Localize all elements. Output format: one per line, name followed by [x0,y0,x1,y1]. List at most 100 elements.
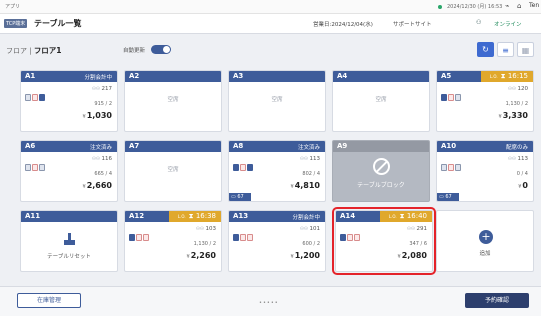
table-name: A5 [441,72,452,80]
table-status: 配席のみ [505,145,528,151]
table-card-a2[interactable]: A2 空席 [124,70,222,132]
order-icons [441,156,462,175]
table-reset-icon [64,233,75,245]
vacant-label: 空席 [271,97,283,103]
table-total: ¥2,660 [82,181,113,190]
footer-bar: 在庫管理 ••••• 予約確認 [0,286,541,316]
table-total: ¥1,200 [290,251,321,260]
yen-icon: ¥ [82,184,86,190]
guest-count: ⚇⚇ 291 [407,226,427,232]
table-name: A14 [340,212,356,220]
table-header: A12 L.O. ⧗ 16:38 [125,211,221,222]
table-card-a1[interactable]: A1 分割会計中 ⚇⚇ 217 915 / 2 ¥1,030 [20,70,118,132]
table-subtotal: 600 / 2 [302,241,320,247]
table-card-a5[interactable]: A5 L.O. ⧗ 16:15 ⚇⚇ 120 1,130 / 2 ¥3,330 [436,70,534,132]
hourglass-icon: ⧗ [188,212,196,220]
check-icon [39,94,45,101]
guest-count: ⚇⚇ 113 [300,156,320,162]
table-total: ¥1,030 [82,111,113,120]
system-datetime: 2024/12/30 (月) 16:53 [447,4,503,10]
bill-icon [347,234,353,241]
table-header: A2 [125,71,221,82]
guest-count: ⚇⚇ 116 [92,156,112,162]
check-icon [247,164,253,171]
table-card-a9[interactable]: A9 テーブルブロック [332,140,430,202]
last-order-timer: L.O. ⧗ 16:38 [169,211,221,222]
reservation-button[interactable]: 予約確認 [465,293,529,308]
vacant-label: 空席 [375,97,387,103]
guest-count: ⚇⚇ 120 [508,86,528,92]
plus-icon: + [479,230,493,244]
table-card-a11[interactable]: A11 テーブルリセット [20,210,118,272]
grid-view-button[interactable]: ▦ [517,42,534,57]
person-icon [233,234,239,241]
table-subtotal: 802 / 4 [302,171,320,177]
support-site-link[interactable]: サポートサイト [393,20,432,28]
table-card-a8[interactable]: A8 注文済み ⚇⚇ 113 802 / 4 ¥4,810 ▭ 67 [228,140,326,202]
table-name: A3 [233,72,244,80]
floor-bar: フロア | フロア1 自動更新 ↻ ≡ ▦ [0,34,541,62]
table-name: A10 [441,142,457,150]
block-icon [373,158,390,175]
table-header: A9 [333,141,429,152]
order-icons [441,86,462,105]
refresh-icon: ↻ [482,45,489,54]
yen-icon: ¥ [397,254,401,260]
user-icon[interactable]: ⚇ [476,19,481,26]
yen-icon: ¥ [498,114,502,120]
seat-tag: ▭ 67 [437,193,459,201]
table-card-a3[interactable]: A3 空席 [228,70,326,132]
add-table-card[interactable]: + 追加 [436,210,534,272]
table-header: A13 分割会計中 [229,211,325,222]
table-total: ¥0 [518,181,528,190]
terminal-badge: TCP端末 [4,19,28,28]
hourglass-icon: ⧗ [500,72,508,80]
page-indicator[interactable]: ••••• [259,300,279,306]
people-icon: ⚇⚇ [196,227,206,232]
floor-breadcrumb[interactable]: フロア | フロア1 [6,45,62,56]
table-subtotal: 1,130 / 2 [505,101,528,107]
list-icon: ≡ [502,46,509,55]
inventory-button[interactable]: 在庫管理 [17,293,81,308]
page-title: テーブル一覧 [34,19,82,28]
guest-count: ⚇⚇ 103 [196,226,216,232]
table-name: A1 [25,72,36,80]
table-subtotal: 0 / 4 [516,171,528,177]
table-card-a12[interactable]: A12 L.O. ⧗ 16:38 ⚇⚇ 103 1,130 / 2 ¥2,260 [124,210,222,272]
table-card-a13[interactable]: A13 分割会計中 ⚇⚇ 101 600 / 2 ¥1,200 [228,210,326,272]
order-icons [340,226,361,245]
person-icon [441,94,447,101]
add-table-label: 追加 [479,251,491,257]
bill-icon [247,234,253,241]
order-icons [129,226,150,245]
table-name: A9 [337,142,348,150]
table-card-a14[interactable]: A14 L.O. ⧗ 16:40 ⚇⚇ 291 347 / 6 ¥2,080 [332,207,436,275]
table-header: A7 [125,141,221,152]
list-view-button[interactable]: ≡ [497,42,514,57]
guest-count: ⚇⚇ 101 [300,226,320,232]
seat-tag: ▭ 67 [229,193,251,201]
receipt-icon [455,94,461,101]
auto-refresh-toggle[interactable] [151,45,171,54]
yen-icon: ¥ [290,184,294,190]
table-card-a10[interactable]: A10 配席のみ ⚇⚇ 113 0 / 4 ¥0 ▭ 67 [436,140,534,202]
table-card-a6[interactable]: A6 注文済み ⚇⚇ 116 665 / 4 ¥2,660 [20,140,118,202]
receipt-icon [455,164,461,171]
table-card-a7[interactable]: A7 空席 [124,140,222,202]
table-subtotal: 915 / 2 [94,101,112,107]
bill-icon [240,234,246,241]
yen-icon: ¥ [290,254,294,260]
guest-count: ⚇⚇ 113 [508,156,528,162]
people-icon: ⚇⚇ [508,157,518,162]
floor-name: フロア1 [33,46,62,55]
brand-label: Ten [529,2,540,9]
table-header: A11 [21,211,117,222]
table-card-a4[interactable]: A4 空席 [332,70,430,132]
table-subtotal: 665 / 4 [94,171,112,177]
table-status: 注文済み [89,145,112,151]
refresh-button[interactable]: ↻ [477,42,494,57]
home-icon: ⌂ [517,2,522,10]
vacant-label: 空席 [167,167,179,173]
order-icons [233,226,254,245]
bill-icon [354,234,360,241]
